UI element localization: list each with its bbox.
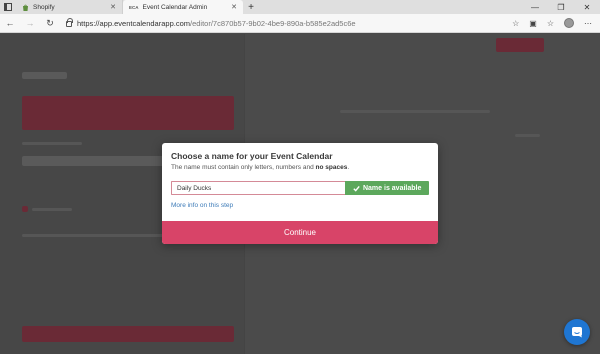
continue-button[interactable]: Continue <box>162 221 438 244</box>
tab-shopify[interactable]: Shopify ✕ <box>16 0 123 14</box>
favorites-icon[interactable]: ☆ <box>547 19 554 28</box>
profile-avatar[interactable] <box>564 18 574 28</box>
sidebar-line-placeholder <box>22 234 182 237</box>
checkmark-icon <box>353 185 360 192</box>
favorite-star-icon[interactable]: ☆ <box>512 19 519 28</box>
close-tab-icon[interactable]: ✕ <box>231 3 237 11</box>
name-available-badge: Name is available <box>345 181 429 195</box>
new-tab-button[interactable]: + <box>243 0 259 14</box>
tab-event-calendar-admin[interactable]: ECA Event Calendar Admin ✕ <box>123 0 243 14</box>
more-menu-icon[interactable]: ⋯ <box>584 19 592 28</box>
toolbar-icons: ☆ ▣ ☆ ⋯ <box>512 18 600 28</box>
subtitle-prefix: The name must contain only letters, numb… <box>171 164 316 171</box>
minimize-icon[interactable]: — <box>522 3 548 12</box>
window-controls: — ❐ ✕ <box>522 0 600 14</box>
sidebar-bottom-button-placeholder <box>22 326 234 342</box>
back-arrow-icon[interactable]: ← <box>0 18 20 28</box>
more-info-link[interactable]: More info on this step <box>171 202 429 209</box>
forward-arrow-icon[interactable]: → <box>20 18 40 28</box>
sidebar-line-placeholder <box>22 142 82 145</box>
eca-favicon-icon: ECA <box>129 4 139 10</box>
subtitle-bold: no spaces <box>315 164 348 171</box>
dialog-title: Choose a name for your Event Calendar <box>171 151 333 161</box>
restore-icon[interactable]: ❐ <box>548 3 574 12</box>
sidebar-line-placeholder <box>32 208 72 211</box>
url-path: /editor/7c870b57-9b02-4be9-890a-b585e2ad… <box>190 18 356 28</box>
content-line-placeholder <box>340 110 490 113</box>
calendar-name-input[interactable] <box>171 181 346 195</box>
header-action-button-placeholder <box>496 38 544 52</box>
tab-actions-icon <box>4 3 12 11</box>
sidebar-checkbox-placeholder <box>22 206 28 212</box>
name-input-row: Name is available <box>171 181 429 195</box>
url-text: https://app.eventcalendarapp.com/editor/… <box>77 19 356 28</box>
url-host: https://app.eventcalendarapp.com <box>77 18 190 28</box>
collections-icon[interactable]: ▣ <box>529 19 537 28</box>
lock-icon <box>66 18 73 27</box>
tab-actions-button[interactable] <box>0 0 16 14</box>
subtitle-suffix: . <box>347 164 350 171</box>
url-field[interactable]: https://app.eventcalendarapp.com/editor/… <box>66 16 496 30</box>
dialog-subtitle: The name must contain only letters, numb… <box>171 164 429 171</box>
tab-title: Event Calendar Admin <box>142 3 208 11</box>
browser-tab-bar: Shopify ✕ ECA Event Calendar Admin ✕ + —… <box>0 0 600 14</box>
availability-label: Name is available <box>362 184 422 192</box>
address-toolbar: ← → ↻ https://app.eventcalendarapp.com/e… <box>0 14 600 33</box>
tab-title: Shopify <box>33 3 55 11</box>
sidebar-heading-placeholder <box>22 72 67 79</box>
close-window-icon[interactable]: ✕ <box>574 3 600 12</box>
calendar-name-dialog: Choose a name for your Event Calendar Th… <box>162 143 438 244</box>
shopify-bag-icon <box>23 4 28 11</box>
refresh-icon[interactable]: ↻ <box>40 18 60 29</box>
chat-launcher-button[interactable] <box>564 319 590 345</box>
chat-icon <box>572 327 582 338</box>
content-line-placeholder <box>515 134 540 137</box>
close-tab-icon[interactable]: ✕ <box>110 3 116 11</box>
sidebar-primary-button-placeholder <box>22 96 234 130</box>
